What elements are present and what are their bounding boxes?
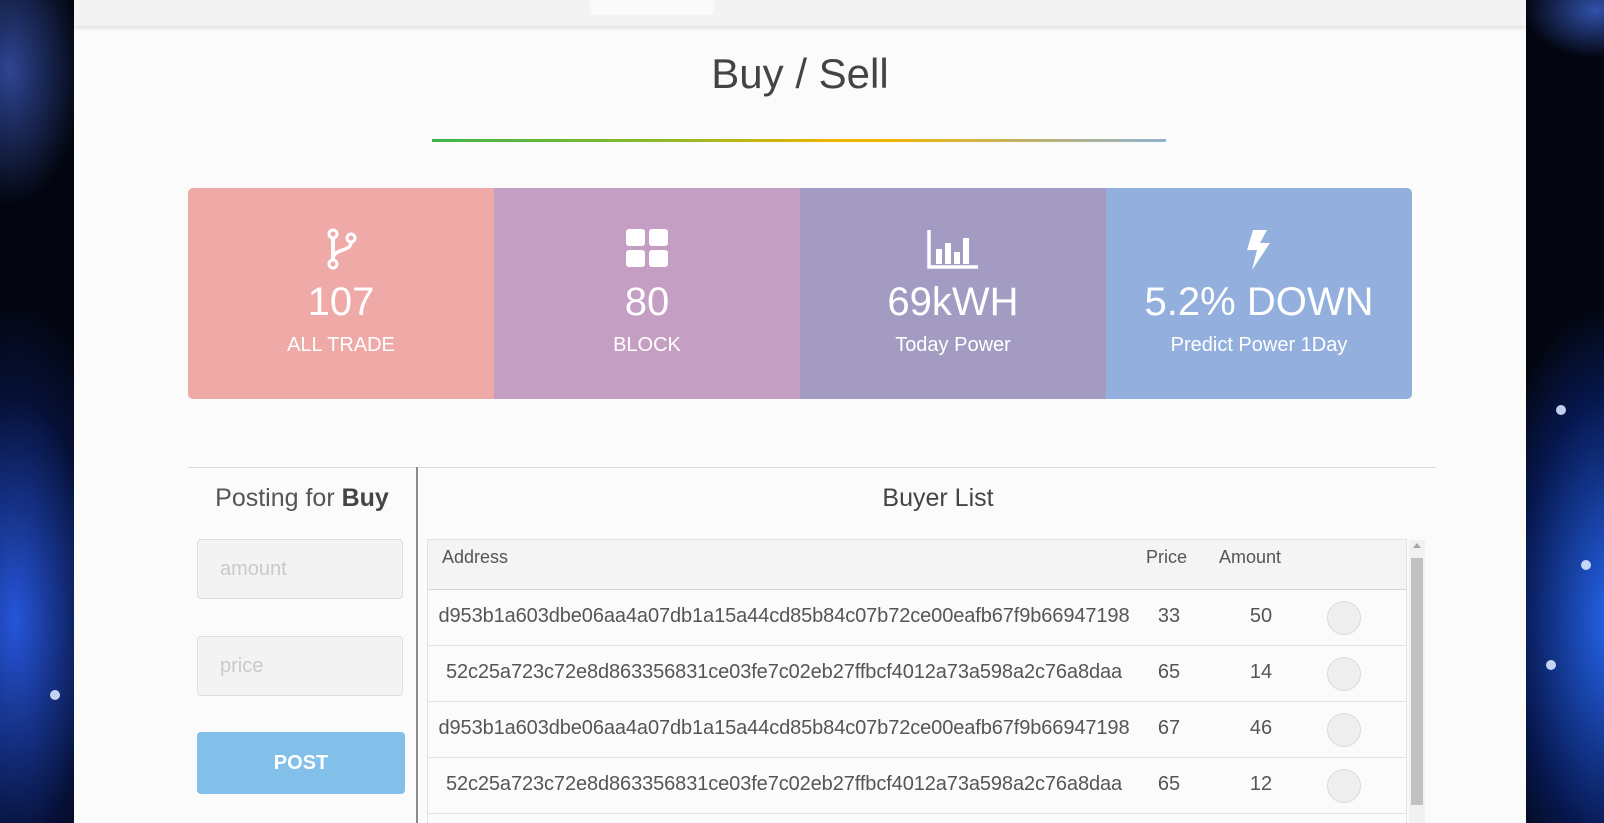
table-row[interactable]: 52c25a723c72e8d863356831ce03fe7c02eb27ff… (428, 758, 1406, 814)
address-cell: d953b1a603dbe06aa4a07db1a15a44cd85b84c07… (438, 605, 1130, 627)
stat-value: 80 (624, 280, 670, 324)
main-panel: Buy / Sell 107 ALL TRADE 80 BLOCK 69kWH … (74, 0, 1526, 823)
address-cell: 52c25a723c72e8d863356831ce03fe7c02eb27ff… (445, 773, 1123, 795)
column-header-price: Price (1146, 547, 1188, 567)
scroll-up-arrow-icon[interactable] (1413, 543, 1421, 548)
select-radio[interactable] (1327, 769, 1361, 803)
stat-value: 69kWH (887, 280, 1019, 324)
branch-icon (188, 228, 494, 270)
page-title: Buy / Sell (711, 50, 889, 97)
title-underline (432, 139, 1166, 142)
post-title-action: Buy (341, 484, 389, 512)
column-header-amount: Amount (1219, 547, 1282, 567)
table-header: Address Price Amount (428, 540, 1406, 590)
amount-cell: 50 (1249, 605, 1273, 627)
table-row[interactable]: d953b1a603dbe06aa4a07db1a15a44cd85b84c07… (428, 590, 1406, 646)
top-nav-strip (74, 0, 1526, 26)
scrollbar-thumb[interactable] (1411, 558, 1423, 805)
price-cell: 65 (1157, 661, 1181, 683)
table-scrollbar[interactable] (1409, 540, 1425, 823)
select-radio[interactable] (1327, 601, 1361, 635)
column-divider (416, 467, 418, 823)
price-cell: 65 (1157, 773, 1181, 795)
table-row[interactable]: d953b1a603dbe06aa4a07db1a15a44cd85b84c07… (428, 702, 1406, 758)
amount-input[interactable] (197, 539, 403, 599)
stats-panel: 107 ALL TRADE 80 BLOCK 69kWH Today Power… (188, 188, 1412, 399)
price-cell: 67 (1157, 717, 1181, 739)
stat-label: Today Power (895, 334, 1011, 356)
price-input[interactable] (197, 636, 403, 696)
address-cell: 52c25a723c72e8d863356831ce03fe7c02eb27ff… (445, 661, 1123, 683)
address-cell: d953b1a603dbe06aa4a07db1a15a44cd85b84c07… (438, 717, 1130, 739)
stat-label: ALL TRADE (287, 334, 395, 356)
amount-cell: 12 (1249, 773, 1273, 795)
select-radio[interactable] (1327, 657, 1361, 691)
background-right (1526, 0, 1604, 823)
buyer-list-title: Buyer List (882, 484, 994, 512)
background-star (1581, 560, 1591, 570)
nav-tab-partial[interactable] (590, 0, 714, 15)
background-star (1546, 660, 1556, 670)
background-star (1556, 405, 1566, 415)
stat-label: Predict Power 1Day (1170, 334, 1348, 356)
post-title-prefix: Posting for (215, 484, 335, 512)
price-cell: 33 (1157, 605, 1181, 627)
stat-card-predict-power: 5.2% DOWN Predict Power 1Day (1106, 188, 1412, 399)
stat-label: BLOCK (613, 334, 681, 356)
bar-chart-icon (800, 228, 1106, 270)
post-form-title: Posting for Buy (188, 484, 416, 513)
lightning-icon (1106, 228, 1412, 270)
background-star (50, 690, 60, 700)
grid-icon (494, 228, 800, 270)
stat-card-today-power: 69kWH Today Power (800, 188, 1106, 399)
stat-card-all-trade: 107 ALL TRADE (188, 188, 494, 399)
post-button[interactable]: POST (197, 732, 405, 794)
stat-value: 5.2% DOWN (1144, 280, 1374, 324)
section-divider (188, 467, 1436, 468)
buyer-table: Address Price Amount d953b1a603dbe06aa4a… (427, 539, 1407, 823)
stat-card-block: 80 BLOCK (494, 188, 800, 399)
stat-value: 107 (307, 280, 375, 324)
amount-cell: 14 (1249, 661, 1273, 683)
select-radio[interactable] (1327, 713, 1361, 747)
column-header-address: Address (442, 547, 509, 567)
background-left (0, 0, 74, 823)
amount-cell: 46 (1249, 717, 1273, 739)
table-row[interactable]: 52c25a723c72e8d863356831ce03fe7c02eb27ff… (428, 646, 1406, 702)
